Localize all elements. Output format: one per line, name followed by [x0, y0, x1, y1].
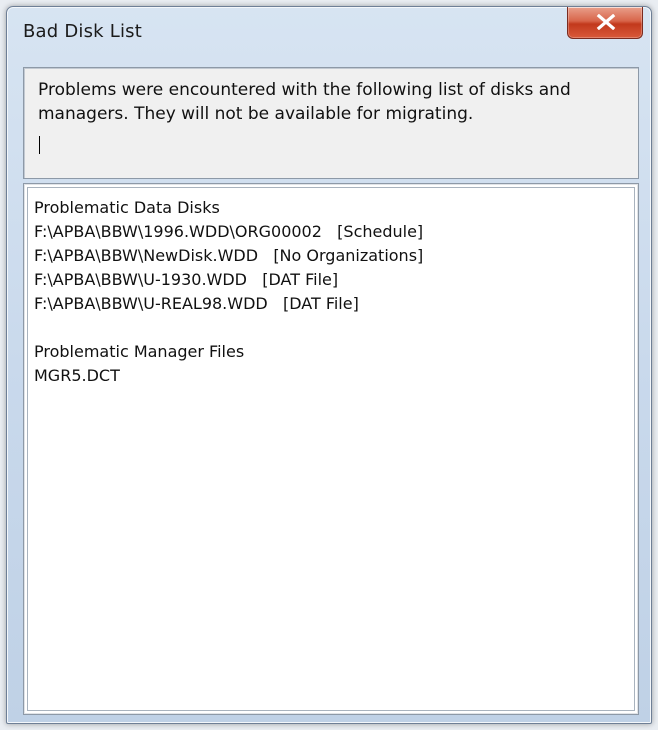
- bad-disk-list-content: Problematic Data Disks F:\APBA\BBW\1996.…: [34, 196, 628, 388]
- close-icon: [596, 14, 616, 30]
- data-disks-heading: Problematic Data Disks: [34, 198, 220, 217]
- list-item: F:\APBA\BBW\U-1930.WDD [DAT File]: [34, 270, 339, 289]
- list-spacer: [34, 316, 628, 340]
- window-title: Bad Disk List: [23, 21, 142, 42]
- text-caret: [39, 136, 40, 154]
- close-button[interactable]: [567, 7, 643, 39]
- manager-files-heading: Problematic Manager Files: [34, 342, 245, 361]
- list-item: F:\APBA\BBW\NewDisk.WDD [No Organization…: [34, 246, 424, 265]
- list-item: F:\APBA\BBW\U-REAL98.WDD [DAT File]: [34, 294, 359, 313]
- bad-disk-list[interactable]: Problematic Data Disks F:\APBA\BBW\1996.…: [23, 183, 639, 715]
- list-item: F:\APBA\BBW\1996.WDD\ORG00002 [Schedule]: [34, 222, 424, 241]
- message-panel[interactable]: Problems were encountered with the follo…: [23, 67, 639, 179]
- bad-disk-list-window: Bad Disk List Problems were encountered …: [6, 6, 652, 724]
- title-bar[interactable]: Bad Disk List: [7, 7, 651, 57]
- message-text: Problems were encountered with the follo…: [38, 80, 571, 124]
- list-item: MGR5.DCT: [34, 366, 120, 385]
